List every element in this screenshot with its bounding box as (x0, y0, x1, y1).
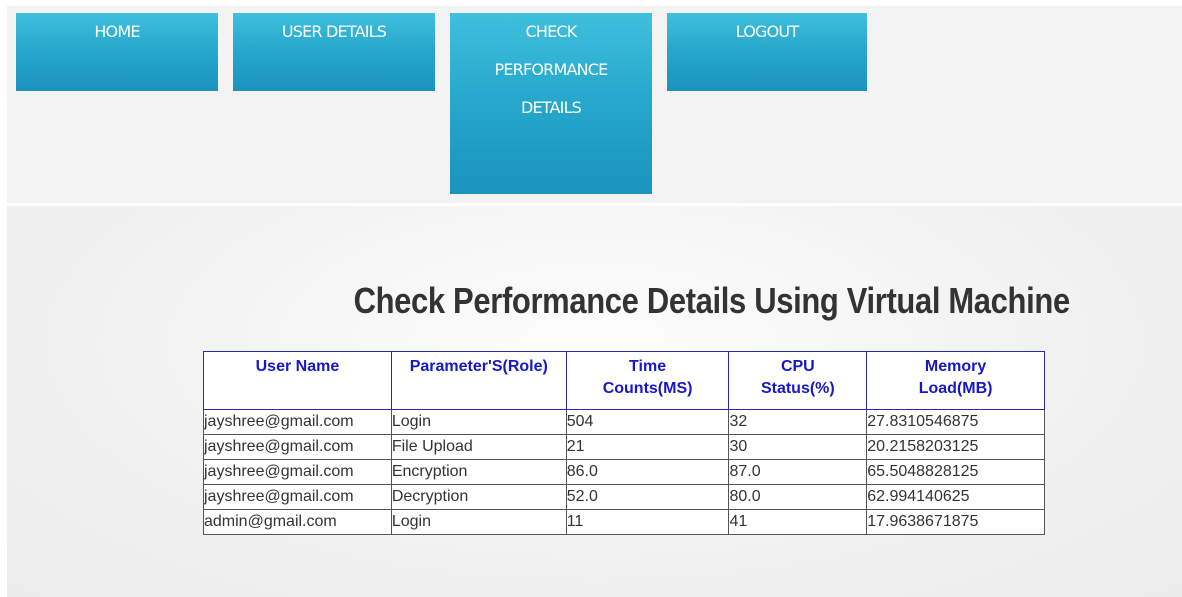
table-row: jayshree@gmail.com Decryption 52.0 80.0 … (203, 484, 1045, 510)
nav-logout-label: LOGOUT (735, 22, 799, 41)
header-memory-line1: Memory (924, 358, 987, 375)
cell-time-counts: 21 (565, 434, 730, 460)
cell-cpu-status: 80.0 (728, 484, 868, 510)
table-row: jayshree@gmail.com Login 504 32 27.83105… (203, 409, 1045, 435)
cell-user-name: jayshree@gmail.com (203, 409, 392, 435)
table-header-row: User Name Parameter'S(Role) Time Counts(… (203, 351, 1045, 410)
header-user-name: User Name (203, 351, 392, 410)
table-row: admin@gmail.com Login 11 41 17.963867187… (203, 509, 1045, 535)
cell-cpu-status: 30 (728, 434, 868, 460)
cell-cpu-status: 41 (728, 509, 868, 535)
cell-memory-load: 62.994140625 (866, 484, 1045, 510)
cell-time-counts: 504 (565, 409, 730, 435)
header-memory-line2: Load(MB) (918, 380, 993, 397)
nav-check-performance-label-line3: DETAILS (520, 98, 582, 117)
nav-home-label: HOME (94, 22, 140, 41)
cell-parameter: Decryption (390, 484, 567, 510)
header-memory-load: Memory Load(MB) (866, 351, 1045, 410)
nav-user-details-button[interactable]: USER DETAILS (233, 13, 435, 91)
performance-table: User Name Parameter'S(Role) Time Counts(… (203, 351, 1045, 535)
cell-cpu-status: 87.0 (728, 459, 868, 485)
cell-time-counts: 86.0 (565, 459, 730, 485)
header-time-line1: Time (629, 358, 667, 375)
cell-user-name: jayshree@gmail.com (203, 459, 392, 485)
cell-memory-load: 27.8310546875 (866, 409, 1045, 435)
nav-check-performance-label-line1: CHECK (525, 22, 578, 41)
header-cpu-status: CPU Status(%) (728, 351, 868, 410)
cell-user-name: admin@gmail.com (203, 509, 392, 535)
cell-cpu-status: 32 (728, 409, 868, 435)
cell-time-counts: 11 (565, 509, 730, 535)
header-time-line2: Counts(MS) (602, 380, 693, 397)
cell-time-counts: 52.0 (565, 484, 730, 510)
page: HOME USER DETAILS CHECK PERFORMANCE DETA… (0, 0, 1182, 597)
cell-parameter: File Upload (390, 434, 567, 460)
cell-memory-load: 20.2158203125 (866, 434, 1045, 460)
cell-user-name: jayshree@gmail.com (203, 434, 392, 460)
nav-user-details-label: USER DETAILS (281, 22, 387, 41)
cell-parameter: Encryption (390, 459, 567, 485)
header-time-counts: Time Counts(MS) (565, 351, 730, 410)
cell-user-name: jayshree@gmail.com (203, 484, 392, 510)
nav-logout-button[interactable]: LOGOUT (667, 13, 867, 91)
header-parameter: Parameter'S(Role) (390, 351, 567, 410)
cell-parameter: Login (390, 409, 567, 435)
header-cpu-line2: Status(%) (760, 380, 835, 397)
cell-parameter: Login (390, 509, 567, 535)
cell-memory-load: 17.9638671875 (866, 509, 1045, 535)
nav-check-performance-label-line2: PERFORMANCE (494, 60, 609, 79)
header-cpu-line1: CPU (780, 358, 815, 375)
page-title-text: Check Performance Details Using Virtual … (353, 280, 1071, 321)
page-title: Check Performance Details Using Virtual … (0, 280, 1182, 322)
nav-home-button[interactable]: HOME (16, 13, 218, 91)
table-row: jayshree@gmail.com Encryption 86.0 87.0 … (203, 459, 1045, 485)
nav-check-performance-button[interactable]: CHECK PERFORMANCE DETAILS (450, 13, 652, 194)
cell-memory-load: 65.5048828125 (866, 459, 1045, 485)
table-row: jayshree@gmail.com File Upload 21 30 20.… (203, 434, 1045, 460)
